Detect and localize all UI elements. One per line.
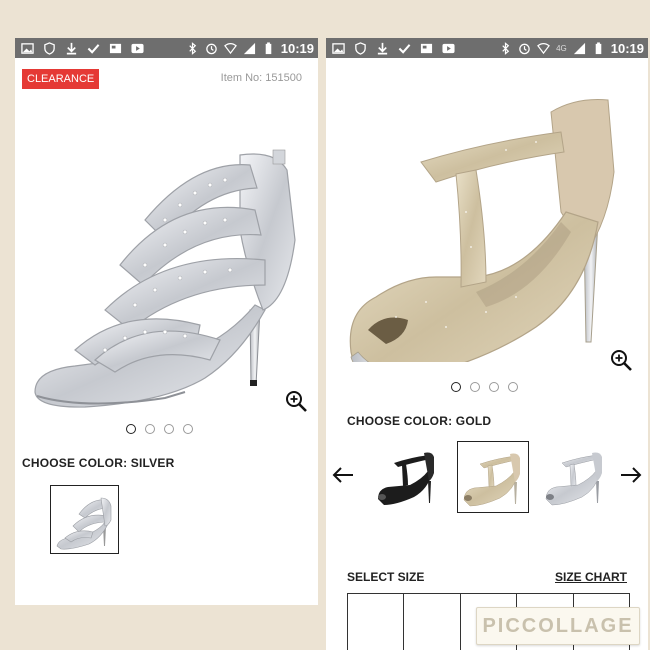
choose-color-label: CHOOSE COLOR: GOLD	[347, 414, 492, 428]
silver-sandal-thumbnail	[56, 497, 112, 550]
item-number: Item No: 151500	[220, 72, 302, 84]
status-bar: 4G 10:19	[326, 38, 648, 58]
alarm-icon	[519, 43, 530, 54]
signal-icon	[243, 42, 255, 54]
bluetooth-icon	[189, 41, 196, 55]
check-icon	[87, 43, 100, 54]
status-time: 10:19	[610, 40, 644, 56]
battery-icon	[595, 41, 602, 54]
image-icon	[332, 42, 345, 54]
carousel-dot[interactable]	[145, 424, 155, 434]
product-image-gold-pump[interactable]	[336, 62, 636, 362]
carousel-dots	[126, 424, 193, 434]
size-option[interactable]	[404, 594, 461, 650]
play-icon	[131, 43, 144, 53]
carousel-dot[interactable]	[489, 382, 499, 392]
wifi-icon	[223, 42, 237, 54]
shield-icon	[44, 41, 55, 55]
color-swatch-gold[interactable]	[457, 441, 529, 513]
carousel-dot[interactable]	[470, 382, 480, 392]
alarm-icon	[205, 43, 217, 54]
wifi-icon	[537, 42, 550, 54]
news-icon	[109, 43, 122, 53]
carousel-dots	[451, 382, 518, 392]
gold-pump-thumbnail	[463, 453, 520, 507]
status-time: 10:19	[280, 40, 314, 56]
size-chart-link[interactable]: SIZE CHART	[555, 570, 627, 584]
play-icon	[442, 43, 455, 53]
carousel-dot[interactable]	[508, 382, 518, 392]
shield-icon	[355, 41, 366, 55]
download-icon	[66, 42, 77, 54]
carousel-dot[interactable]	[183, 424, 193, 434]
battery-icon	[265, 41, 272, 54]
network-type: 4G	[556, 43, 567, 53]
news-icon	[420, 43, 433, 53]
size-option[interactable]	[348, 594, 405, 650]
arrow-right-icon[interactable]	[620, 466, 642, 484]
left-phone-screen: 10:19 CLEARANCE Item No: 151500 CHOOSE C…	[15, 38, 318, 605]
download-icon	[377, 42, 388, 54]
bluetooth-icon	[502, 41, 510, 55]
carousel-dot[interactable]	[126, 424, 136, 434]
choose-color-label: CHOOSE COLOR: SILVER	[22, 456, 175, 470]
right-phone-screen: 4G 10:19 CHOOSE COLOR: GOLD SELECT SIZE …	[326, 38, 648, 650]
image-icon	[21, 42, 34, 54]
color-swatch-silver[interactable]	[540, 441, 610, 511]
signal-icon	[573, 42, 585, 54]
product-image-silver-sandal[interactable]	[25, 110, 310, 410]
select-size-label: SELECT SIZE	[347, 570, 425, 584]
status-bar: 10:19	[15, 38, 318, 58]
black-pump-thumbnail	[378, 452, 434, 505]
silver-pump-thumbnail	[545, 452, 602, 506]
color-swatch-black[interactable]	[372, 441, 442, 511]
check-icon	[398, 43, 411, 54]
carousel-dot[interactable]	[451, 382, 461, 392]
zoom-in-icon[interactable]	[284, 389, 308, 413]
piccollage-watermark: PICCOLLAGE	[476, 607, 640, 645]
zoom-in-icon[interactable]	[609, 348, 633, 372]
clearance-badge: CLEARANCE	[22, 69, 100, 89]
color-swatch-silver[interactable]	[50, 485, 119, 554]
arrow-left-icon[interactable]	[332, 466, 354, 484]
carousel-dot[interactable]	[164, 424, 174, 434]
